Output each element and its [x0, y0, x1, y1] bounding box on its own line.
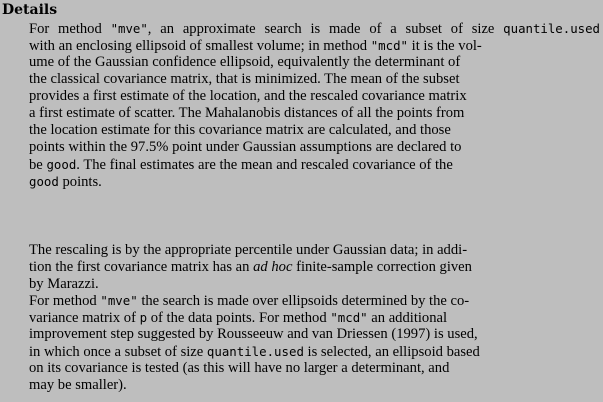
text-line: ume of the Gaussian confidence ellipsoid…: [29, 54, 460, 71]
text-run: improvement step suggested by Rousseeuw …: [29, 326, 478, 342]
text-run: is selected, an ellipsoid based: [303, 344, 480, 360]
text-line: For method "mve", an approximate search …: [29, 20, 600, 38]
help-page: Details For method "mve", an approximate…: [0, 0, 603, 402]
text-run: on its covariance is tested (as this wil…: [29, 360, 450, 376]
code-term: quantile.used: [503, 21, 600, 36]
code-term: "mve": [100, 293, 138, 308]
code-term: p: [139, 310, 148, 325]
text-run: may be smaller).: [29, 377, 127, 393]
text-run: For method: [29, 293, 101, 309]
text-line: may be smaller).: [29, 377, 127, 394]
text-line: good points.: [29, 173, 102, 191]
text-line: the location estimate for this covarianc…: [29, 122, 451, 139]
text-line: The rescaling is by the appropriate perc…: [29, 242, 467, 259]
code-term: "mcd": [330, 310, 368, 325]
text-run: variance matrix of: [29, 310, 140, 326]
text-run: For method: [29, 21, 111, 37]
text-line: by Marazzi.: [29, 276, 99, 293]
text-line: in which once a subset of size quantile.…: [29, 343, 480, 361]
text-run: finite-sample correction given: [292, 259, 472, 275]
text-run: points within the 97.5% point under Gaus…: [29, 139, 462, 155]
code-term: "mve": [110, 21, 148, 36]
text-run: provides a first estimate of the locatio…: [29, 88, 467, 104]
text-run: the location estimate for this covarianc…: [29, 122, 451, 138]
text-line: be good. The final estimates are the mea…: [29, 156, 453, 174]
code-term: good: [29, 174, 59, 189]
details-body: For method "mve", an approximate search …: [0, 0, 603, 402]
text-run: it is the vol-: [408, 38, 482, 54]
text-run: an additional: [367, 310, 448, 326]
text-run: the classical covariance matrix, that is…: [29, 71, 460, 87]
text-line: tion the first covariance matrix has an …: [29, 259, 472, 276]
text-run: . The final estimates are the mean and r…: [76, 157, 453, 173]
italic-term: ad hoc: [253, 259, 293, 275]
text-run: points.: [58, 174, 102, 190]
text-line: the classical covariance matrix, that is…: [29, 71, 460, 88]
text-run: ume of the Gaussian confidence ellipsoid…: [29, 54, 461, 70]
text-line: improvement step suggested by Rousseeuw …: [29, 326, 478, 343]
text-run: The rescaling is by the appropriate perc…: [29, 242, 468, 258]
text-line: points within the 97.5% point under Gaus…: [29, 139, 461, 156]
text-line: variance matrix of p of the data points.…: [29, 309, 447, 327]
text-run: with an enclosing ellipsoid of smallest …: [29, 38, 371, 54]
text-run: by Marazzi.: [29, 276, 99, 292]
text-line: For method "mve" the search is made over…: [29, 292, 469, 310]
text-run: in which once a subset of size: [29, 344, 207, 360]
text-run: be: [29, 157, 47, 173]
text-line: with an enclosing ellipsoid of smallest …: [29, 37, 482, 55]
code-term: good: [46, 157, 77, 172]
text-run: tion the first covariance matrix has an: [29, 259, 254, 275]
text-run: a first estimate of scatter. The Mahalan…: [29, 105, 465, 121]
code-term: "mcd": [370, 38, 409, 53]
code-term: quantile.used: [206, 344, 304, 359]
text-line: provides a first estimate of the locatio…: [29, 88, 467, 105]
text-run: , an approximate search is made of a sub…: [147, 21, 504, 37]
text-run: the search is made over ellipsoids deter…: [137, 293, 470, 309]
text-line: a first estimate of scatter. The Mahalan…: [29, 105, 464, 122]
text-line: on its covariance is tested (as this wil…: [29, 360, 449, 377]
text-run: of the data points. For method: [147, 310, 331, 326]
